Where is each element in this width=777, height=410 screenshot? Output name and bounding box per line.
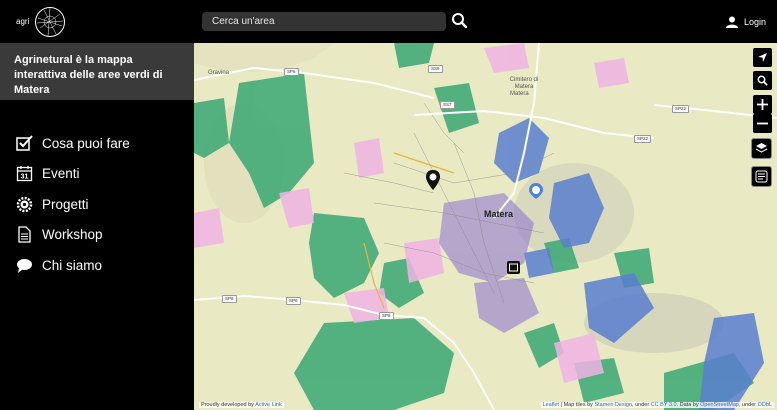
attribution-text: . Data by [676,402,701,408]
map-label-matera-north: Matera [510,91,529,97]
chat-icon [17,258,32,273]
logo-text: agri [16,17,30,26]
ccby-link[interactable]: CC BY 3.0 [651,402,677,408]
map[interactable]: Gravina Cimitero di Matera Matera Matera… [194,43,777,410]
event-marker[interactable] [507,261,520,274]
legend-button[interactable] [751,166,772,187]
attribution-left: Proudly developed by Active Link [199,402,284,408]
map-search-button[interactable] [753,71,772,90]
odbl-link[interactable]: ODbL [758,402,772,408]
navigation-arrow-icon [758,53,767,62]
road-shield: SS7 [440,101,455,109]
checkbox-icon [16,134,33,151]
sidebar-item-progetti[interactable]: Progetti [16,194,130,214]
current-location-icon[interactable] [529,183,543,199]
minus-icon [757,122,768,125]
sidebar: Agrinetural è la mappa interattiva delle… [0,43,194,410]
zoom-in-button[interactable] [753,95,772,114]
road-shield: SP22 [672,105,690,113]
layers-button[interactable] [751,138,772,159]
plus-icon [757,99,768,110]
document-icon [18,226,31,243]
sidebar-item-workshop[interactable]: Workshop [16,225,130,245]
sidebar-item-eventi[interactable]: 31 Eventi [16,164,130,184]
attribution-text: , under [738,402,758,408]
sidebar-item-label: Progetti [42,196,89,212]
sidebar-item-label: Eventi [42,166,80,181]
road-shield: SP6 [284,68,299,76]
road-shield: SP8 [222,295,237,303]
search-button[interactable] [451,12,468,29]
logo-icon [35,7,65,37]
sidebar-item-label: Workshop [42,227,103,242]
search-input[interactable] [202,12,446,31]
road-shield: SS9 [428,65,443,73]
attribution-text: , under [632,402,651,408]
map-layer [194,43,777,410]
calendar-icon: 31 [16,166,33,182]
active-link-link[interactable]: Active Link [255,402,282,408]
map-label-gravina: Gravina [208,70,230,76]
map-attribution: Proudly developed by Active Link Leaflet… [194,401,777,410]
locate-button[interactable] [753,48,772,67]
map-legend-icon [755,170,768,183]
attribution-right: Leaflet | Map tiles by Stamen Design, un… [540,402,774,408]
road-shield: SP8 [379,312,394,320]
layers-icon [755,143,768,153]
road-shield: SP6 [286,297,301,305]
attribution-prefix: Proudly developed by [201,402,256,408]
logo[interactable]: agri [16,6,66,38]
search-icon [757,75,768,86]
search-icon [452,13,468,29]
road-shield: SP22 [634,135,652,143]
login-label: Login [744,17,767,27]
zoom-out-button[interactable] [753,114,772,133]
top-bar: agri Login [0,0,777,43]
sidebar-item-label: Cosa puoi fare [42,135,130,151]
user-icon [726,16,738,28]
city-label: Matera [484,209,514,219]
map-label-cimitero: Cimitero di Matera [509,77,539,90]
sidebar-item-label: Chi siamo [42,257,103,273]
location-marker[interactable] [426,170,440,190]
svg-text:31: 31 [21,174,29,181]
leaflet-link[interactable]: Leaflet [543,402,560,408]
sidebar-intro: Agrinetural è la mappa interattiva delle… [0,43,194,100]
login-button[interactable]: Login [726,15,766,29]
attribution-text: | Map tiles by [559,402,595,408]
stamen-link[interactable]: Stamen Design [594,402,632,408]
osm-link[interactable]: OpenStreetMap [700,402,739,408]
sidebar-item-cosa-puoi-fare[interactable]: Cosa puoi fare [16,133,130,153]
gears-icon [16,196,33,212]
sidebar-item-chi-siamo[interactable]: Chi siamo [16,255,130,275]
sidebar-menu: Cosa puoi fare 31 Eventi Progetti Worksh… [16,133,130,286]
